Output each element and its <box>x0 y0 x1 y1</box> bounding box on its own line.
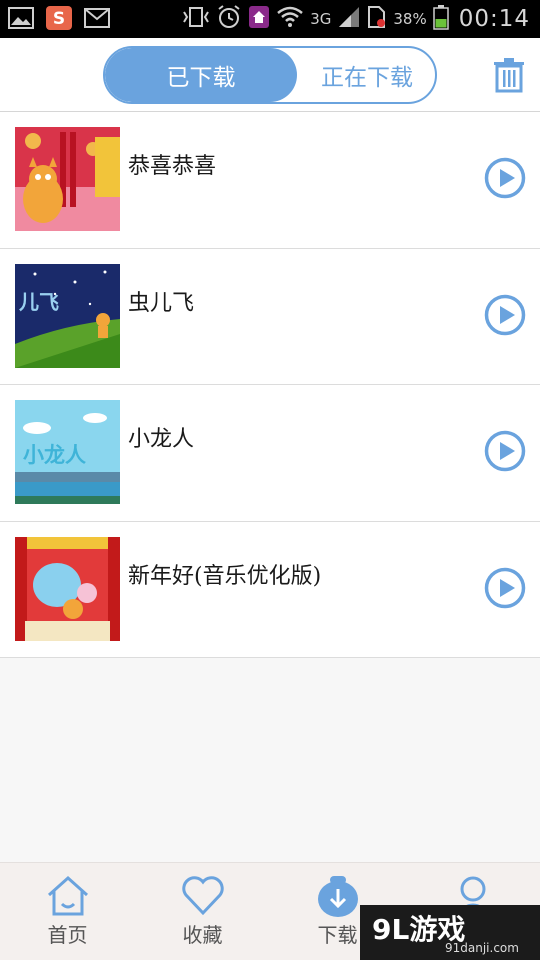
list-item[interactable]: 新年好(音乐优化版) <box>0 521 540 658</box>
trash-icon[interactable] <box>490 56 528 94</box>
item-title: 恭喜恭喜 <box>128 154 217 179</box>
tab-downloading[interactable]: 正在下载 <box>297 48 435 102</box>
home-icon <box>45 873 91 919</box>
item-title: 虫儿飞 <box>128 290 195 316</box>
mail-icon <box>82 5 112 31</box>
signal-icon <box>337 5 361 33</box>
play-icon[interactable] <box>484 430 526 472</box>
wifi-icon <box>276 5 304 33</box>
alarm-icon <box>216 4 242 34</box>
sim-card-icon <box>367 5 387 33</box>
download-tabs: 已下载 正在下载 <box>103 46 437 104</box>
nav-label: 首页 <box>47 923 88 947</box>
battery-percent: 38% <box>393 10 427 28</box>
thumbnail-xiaolongren: 小龙人 <box>15 400 120 504</box>
thumbnail-xinnianhao <box>15 536 120 641</box>
play-icon[interactable] <box>484 294 526 336</box>
battery-icon <box>432 4 449 34</box>
sogou-input-icon: S <box>44 5 74 31</box>
site-watermark: 9L游戏 91danji.com <box>360 905 540 960</box>
thumbnail-chongerfei: 儿飞 <box>15 263 120 368</box>
header: 已下载 正在下载 <box>0 38 540 112</box>
home-app-icon <box>248 5 270 33</box>
thumbnail-gongxi <box>15 127 120 231</box>
item-title: 小龙人 <box>128 427 195 452</box>
nav-item-home[interactable]: 首页 <box>0 863 135 960</box>
play-icon[interactable] <box>484 157 526 199</box>
list-item[interactable]: 恭喜恭喜 <box>0 112 540 249</box>
heart-icon <box>180 873 226 919</box>
download-list: 恭喜恭喜 儿飞 虫儿飞 小龙人 小龙人 新年好(音乐优化版) <box>0 112 540 658</box>
svg-text:S: S <box>53 9 65 29</box>
clock: 00:14 <box>458 6 530 32</box>
list-item[interactable]: 儿飞 虫儿飞 <box>0 248 540 385</box>
play-icon[interactable] <box>484 567 526 609</box>
svg-text:小龙人: 小龙人 <box>23 443 86 467</box>
watermark-url: 91danji.com <box>445 941 519 955</box>
download-icon <box>315 873 361 919</box>
nav-item-favorites[interactable]: 收藏 <box>135 863 270 960</box>
nav-label: 收藏 <box>182 923 223 947</box>
status-bar: S 3G 38% 00:14 <box>0 0 540 38</box>
vibrate-icon <box>182 6 210 32</box>
network-type: 3G <box>310 10 332 28</box>
svg-text:儿飞: 儿飞 <box>18 290 59 314</box>
gallery-icon <box>6 5 36 31</box>
list-item[interactable]: 小龙人 小龙人 <box>0 385 540 522</box>
item-title: 新年好(音乐优化版) <box>128 563 322 589</box>
tab-downloaded[interactable]: 已下载 <box>105 48 297 102</box>
